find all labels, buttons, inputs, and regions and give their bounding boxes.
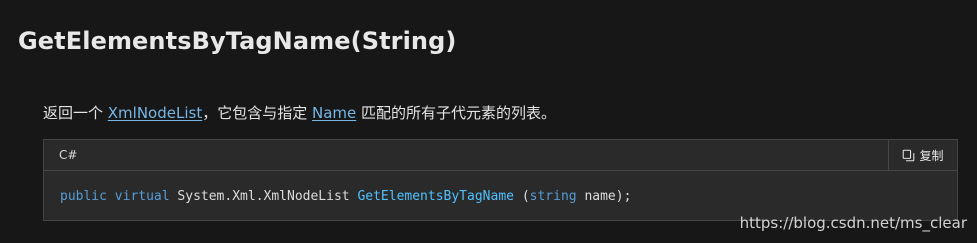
copy-label: 复制 <box>919 148 944 163</box>
code-line: public virtual System.Xml.XmlNodeList Ge… <box>60 189 631 204</box>
copy-icon <box>903 149 915 161</box>
name-link[interactable]: Name <box>312 104 356 122</box>
code-block: C# 复制 public virtual System.Xml.XmlNodeL… <box>43 139 958 221</box>
page-title: GetElementsByTagName(String) <box>18 27 457 55</box>
code-paren-open: ( <box>521 189 530 204</box>
code-keyword-public: public <box>60 189 107 204</box>
summary-text: 返回一个 XmlNodeList，它包含与指定 Name 匹配的所有子代元素的列… <box>43 102 556 123</box>
summary-text-middle: ，它包含与指定 <box>202 104 312 122</box>
code-method-name: GetElementsByTagName <box>357 189 514 204</box>
code-keyword-virtual: virtual <box>114 189 170 204</box>
code-keyword-string: string <box>529 189 577 204</box>
code-header: C# 复制 <box>44 140 957 171</box>
code-return-type: System.Xml.XmlNodeList <box>177 189 350 204</box>
copy-button[interactable]: 复制 <box>888 140 957 170</box>
code-language-label: C# <box>59 148 78 162</box>
watermark-url: https://blog.csdn.net/ms_clear <box>739 214 967 232</box>
summary-text-before: 返回一个 <box>43 104 108 122</box>
summary-text-after: 匹配的所有子代元素的列表。 <box>356 104 557 122</box>
xmlnodelist-link[interactable]: XmlNodeList <box>108 104 202 122</box>
code-param-tail: name); <box>584 189 632 204</box>
